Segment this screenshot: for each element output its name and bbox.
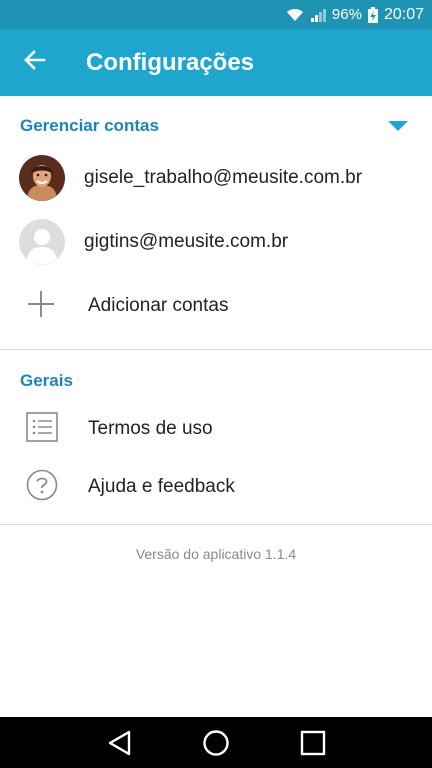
account-email: gisele_trabalho@meusite.com.br: [84, 167, 363, 188]
divider: [0, 349, 432, 350]
plus-icon: [27, 290, 55, 323]
account-row-gisele[interactable]: gisele_trabalho@meusite.com.br: [0, 147, 432, 209]
app-bar: Configurações: [0, 29, 432, 96]
help-feedback-label: Ajuda e feedback: [88, 476, 235, 497]
help-circle-icon: [26, 469, 58, 506]
accounts-section-header: Gerenciar contas: [20, 116, 159, 135]
help-feedback-item[interactable]: Ajuda e feedback: [0, 456, 432, 518]
battery-percent: 96%: [331, 6, 362, 23]
home-circle-icon[interactable]: [196, 723, 236, 763]
back-triangle-icon[interactable]: [99, 723, 139, 763]
system-nav-bar: [0, 717, 432, 768]
arrow-left-icon: [24, 50, 46, 75]
photo-avatar: [19, 155, 65, 201]
wifi-icon: [286, 8, 304, 22]
add-account-label: Adicionar contas: [88, 295, 229, 316]
general-section-header: Gerais: [20, 371, 73, 390]
clock: 20:07: [383, 5, 424, 23]
account-row-gigtins[interactable]: gigtins@meusite.com.br: [0, 211, 432, 273]
divider: [0, 524, 432, 525]
caret-down-icon[interactable]: [388, 120, 408, 132]
battery-charging-icon: [367, 6, 378, 23]
terms-of-use-label: Termos de uso: [88, 418, 213, 439]
list-icon: [26, 411, 58, 447]
status-bar: 96% 20:07: [0, 0, 432, 29]
page-title: Configurações: [86, 48, 255, 76]
recents-square-icon[interactable]: [293, 723, 333, 763]
terms-of-use-item[interactable]: Termos de uso: [0, 398, 432, 460]
signal-icon: [310, 8, 326, 22]
add-account-button[interactable]: Adicionar contas: [0, 275, 432, 337]
back-button[interactable]: [0, 29, 70, 96]
app-version: Versão do aplicativo 1.1.4: [135, 546, 297, 562]
default-avatar: [19, 219, 65, 265]
account-email: gigtins@meusite.com.br: [84, 231, 289, 252]
